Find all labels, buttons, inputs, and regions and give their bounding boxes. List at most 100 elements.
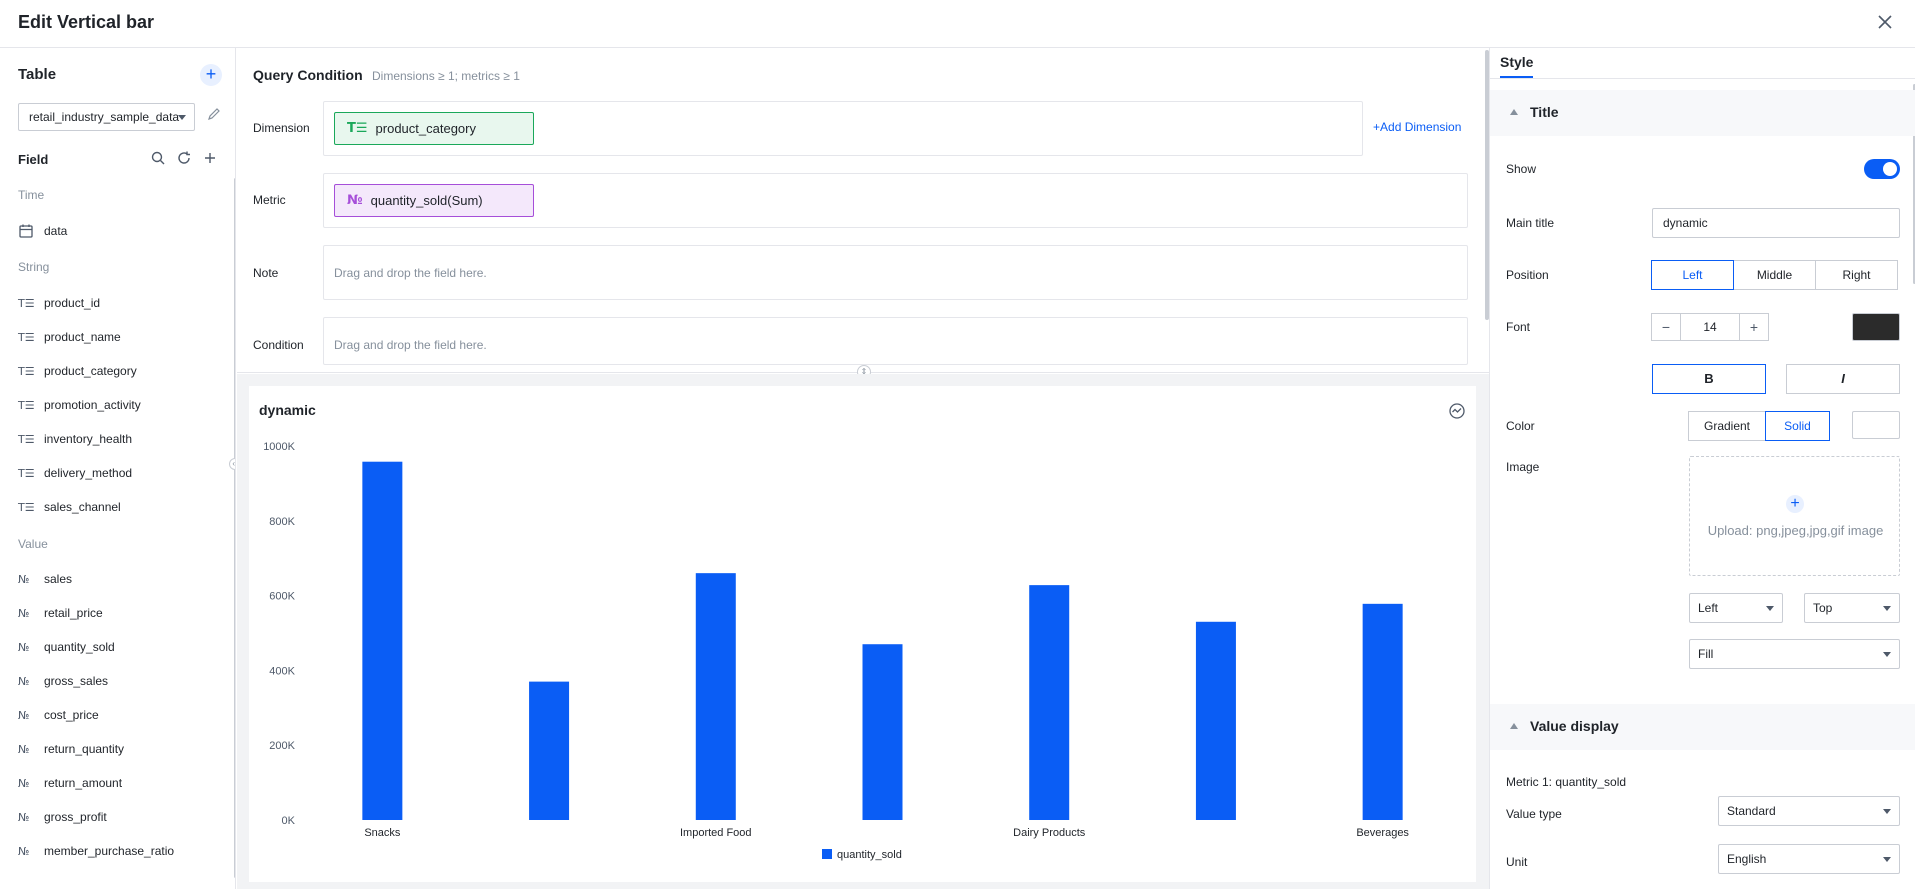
field-item-string[interactable]: T☰ product_name [18,326,121,348]
bar[interactable] [362,461,403,820]
text-field-icon: T☰ [347,121,368,136]
show-title-toggle[interactable] [1864,159,1900,179]
x-tick-label: Beverages [1356,827,1409,839]
bar[interactable] [1195,621,1236,820]
position-middle-button[interactable]: Middle [1733,260,1816,290]
table-select[interactable]: retail_industry_sample_data [18,103,195,131]
chevron-down-icon [1766,606,1774,611]
value-type-select[interactable]: Standard [1718,796,1900,826]
field-item-value[interactable]: № member_purchase_ratio [18,840,174,862]
condition-dropzone[interactable]: Drag and drop the field here. [323,317,1468,365]
dimension-dropzone[interactable]: T☰ product_category [323,101,1363,156]
plus-icon: + [1373,120,1381,134]
number-field-icon: № [18,742,30,756]
pencil-icon[interactable] [206,106,222,122]
position-left-button[interactable]: Left [1651,260,1734,290]
field-label: product_category [44,364,137,378]
legend-swatch[interactable] [822,849,832,859]
title-color-swatch[interactable] [1852,411,1900,439]
y-tick-label: 800K [269,516,295,528]
field-item-string[interactable]: T☰ sales_channel [18,496,121,518]
text-field-icon: T☰ [18,296,35,310]
field-scrollbar[interactable] [234,178,235,878]
field-item-value[interactable]: № quantity_sold [18,636,115,658]
main-title-input[interactable]: dynamic [1652,208,1900,238]
image-v-align-select[interactable]: Top [1804,593,1900,623]
bar[interactable] [695,573,736,820]
image-upload-area[interactable]: + Upload: png,jpeg,jpg,gif image [1689,456,1900,576]
bar[interactable] [1029,585,1070,820]
number-field-icon: № [18,572,30,586]
field-item-value[interactable]: № return_quantity [18,738,124,760]
chevron-down-icon [1883,857,1891,862]
image-h-align-select[interactable]: Left [1689,593,1783,623]
field-item-string[interactable]: T☰ inventory_health [18,428,132,450]
field-item-value[interactable]: № gross_profit [18,806,107,828]
number-field-icon: № [18,708,30,722]
metric-chip[interactable]: № quantity_sold(Sum) [334,184,534,217]
group-value: Value [18,537,48,551]
field-label: sales_channel [44,500,121,514]
field-item-value[interactable]: № cost_price [18,704,99,726]
field-label: cost_price [44,708,99,722]
field-item-string[interactable]: T☰ delivery_method [18,462,132,484]
value-type-label: Value type [1506,807,1562,821]
italic-button[interactable]: I [1786,364,1900,394]
legend-label[interactable]: quantity_sold [837,849,902,861]
field-item-string[interactable]: T☰ promotion_activity [18,394,141,416]
font-color-swatch[interactable] [1852,313,1900,341]
note-dropzone[interactable]: Drag and drop the field here. [323,245,1468,300]
field-item-string[interactable]: T☰ product_id [18,292,100,314]
field-item-value[interactable]: № return_amount [18,772,122,794]
refresh-icon[interactable] [176,150,192,166]
metric-dropzone[interactable]: № quantity_sold(Sum) [323,173,1468,228]
bold-button[interactable]: B [1652,364,1766,394]
section-value-display-label: Value display [1530,718,1619,734]
chevron-down-icon [1883,606,1891,611]
add-dimension-button[interactable]: +Add Dimension [1373,120,1461,134]
color-gradient-button[interactable]: Gradient [1688,411,1766,441]
text-field-icon: T☰ [18,466,35,480]
x-tick-label: Imported Food [680,827,752,839]
field-heading: Field [18,152,49,167]
tab-style[interactable]: Style [1500,54,1534,78]
field-item-data[interactable]: data [18,220,67,242]
font-decrease-button[interactable]: − [1651,313,1681,341]
dimension-chip[interactable]: T☰ product_category [334,112,534,145]
section-value-display[interactable]: Value display [1490,704,1915,750]
number-field-icon: № [18,640,30,654]
field-item-value[interactable]: № gross_sales [18,670,108,692]
field-item-value[interactable]: № sales [18,568,72,590]
text-field-icon: T☰ [18,330,35,344]
color-solid-button[interactable]: Solid [1765,411,1830,441]
close-icon[interactable] [1873,10,1897,34]
section-title[interactable]: Title [1490,90,1915,136]
metric-chip-label: quantity_sold(Sum) [370,193,483,208]
add-field-icon[interactable] [202,150,218,166]
dialog-title: Edit Vertical bar [18,12,155,32]
text-field-icon: T☰ [18,500,35,514]
font-increase-button[interactable]: + [1739,313,1769,341]
position-right-button[interactable]: Right [1815,260,1898,290]
field-label: product_id [44,296,101,310]
font-size-input[interactable]: 14 [1680,313,1740,341]
field-item-string[interactable]: T☰ product_category [18,360,137,382]
bar[interactable] [1362,603,1403,820]
number-field-icon: № [18,844,30,858]
collapse-caret-icon [1510,723,1518,729]
bar[interactable] [862,644,903,820]
field-item-value[interactable]: № retail_price [18,602,103,624]
query-condition-panel: Query Condition Dimensions ≥ 1; metrics … [237,48,1489,379]
search-icon[interactable] [150,150,166,166]
add-table-button[interactable]: + [200,64,222,86]
style-panel: Style Title Show Main title dynamic Posi… [1489,48,1915,889]
color-label: Color [1506,419,1535,433]
collapse-handle-icon[interactable]: ‹› [229,458,235,470]
text-field-icon: T☰ [18,364,35,378]
unit-select[interactable]: English [1718,844,1900,874]
condition-placeholder: Drag and drop the field here. [334,338,487,352]
color-mode-segmented: Gradient Solid [1688,411,1830,441]
image-fill-select[interactable]: Fill [1689,639,1900,669]
bar[interactable] [529,681,570,820]
field-label: data [44,224,68,238]
